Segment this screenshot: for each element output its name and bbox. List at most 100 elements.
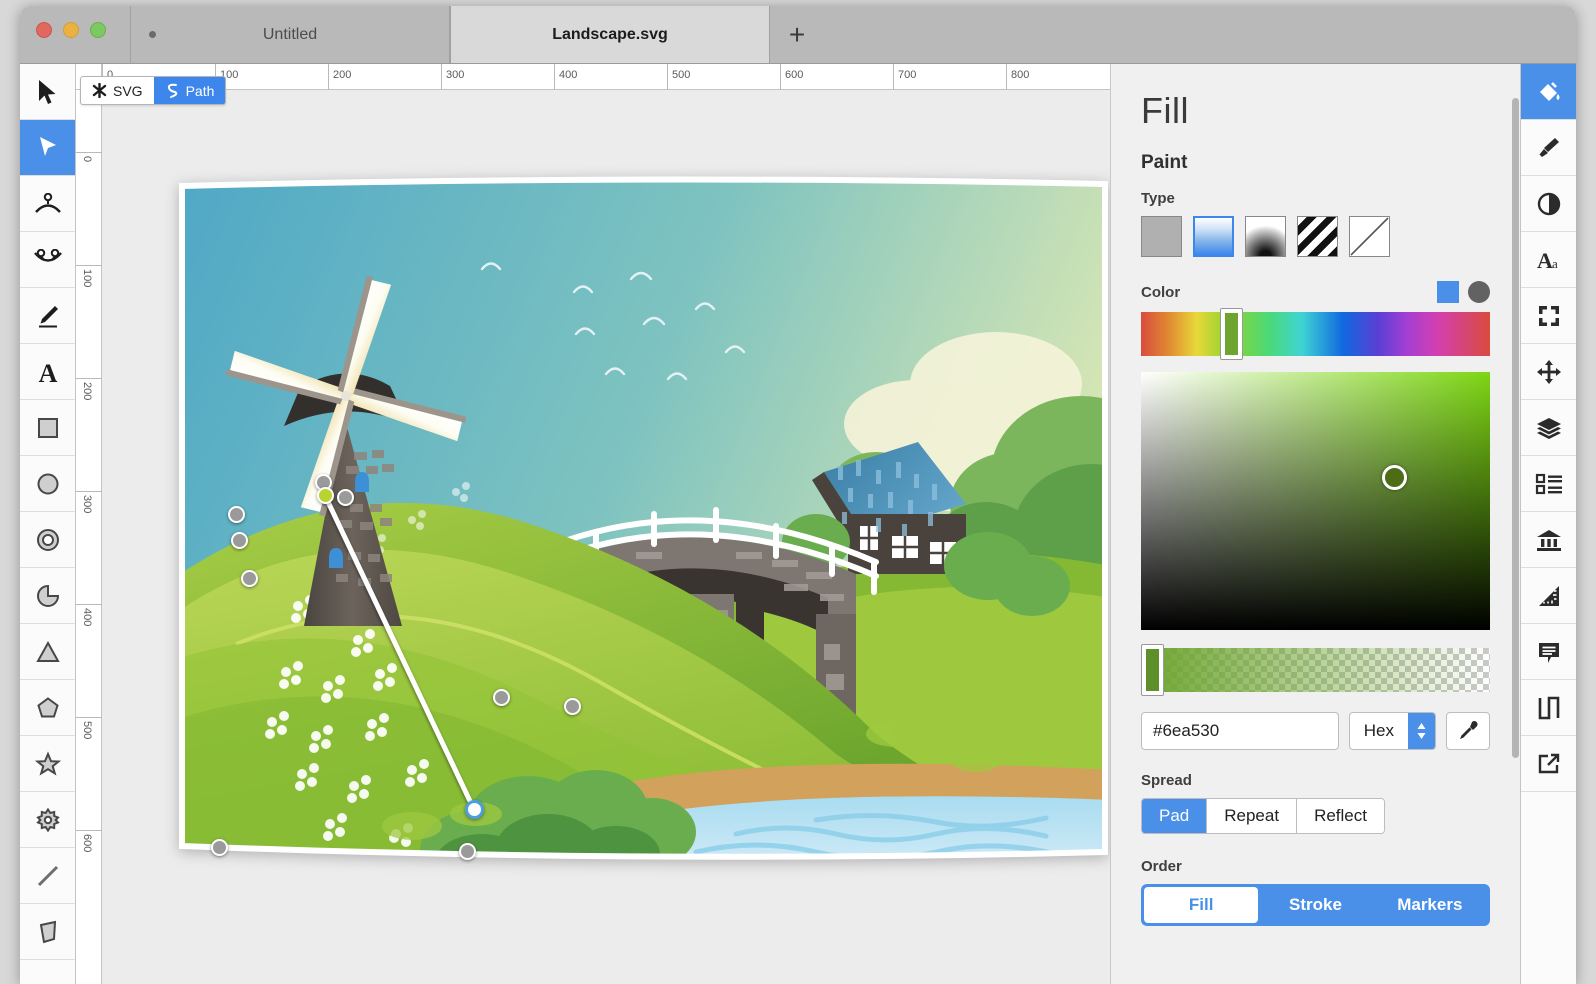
bank-columns-icon [1535, 527, 1563, 553]
document-panel-button[interactable] [1521, 512, 1576, 568]
spread-option-pad[interactable]: Pad [1142, 799, 1207, 833]
color-header: Color [1141, 281, 1490, 303]
speech-bubble-icon [1536, 639, 1562, 665]
artwork-canvas[interactable] [176, 174, 1110, 864]
gear-tool[interactable] [20, 792, 75, 848]
canvas-area[interactable]: 0100200300400500600700800 01002003004005… [76, 64, 1110, 984]
alpha-slider-thumb[interactable] [1141, 644, 1164, 696]
panel-scrollbar[interactable] [1512, 98, 1519, 758]
line-tool[interactable] [20, 848, 75, 904]
order-option-markers[interactable]: Markers [1373, 887, 1487, 923]
tab-untitled[interactable]: Untitled [130, 6, 450, 63]
path-node[interactable] [493, 689, 510, 706]
minimize-window-button[interactable] [63, 22, 79, 38]
comments-panel-button[interactable] [1521, 624, 1576, 680]
color-mode-select[interactable]: Hex [1349, 712, 1436, 750]
objects-panel-button[interactable] [1521, 456, 1576, 512]
maximize-window-button[interactable] [90, 22, 106, 38]
hue-slider[interactable] [1141, 312, 1490, 356]
ruler-tick-h: 700 [893, 64, 916, 90]
pentagon-tool[interactable] [20, 680, 75, 736]
paint-bucket-icon [1536, 79, 1562, 105]
measure-panel-button[interactable] [1521, 568, 1576, 624]
order-option-stroke[interactable]: Stroke [1258, 887, 1372, 923]
layers-panel-button[interactable] [1521, 400, 1576, 456]
star-tool[interactable] [20, 736, 75, 792]
zigzag-path-icon [1536, 695, 1562, 721]
export-arrow-icon [1536, 751, 1562, 777]
paint-type-none[interactable] [1349, 216, 1390, 257]
text-panel-button[interactable]: Aa [1521, 232, 1576, 288]
polygon-tool[interactable] [20, 904, 75, 960]
hue-slider-thumb[interactable] [1220, 308, 1243, 360]
paint-type-radial-gradient[interactable] [1245, 216, 1286, 257]
panel-title: Fill [1141, 90, 1490, 132]
ruler-tick-h: 200 [328, 64, 351, 90]
order-option-fill[interactable]: Fill [1144, 887, 1258, 923]
move-panel-button[interactable] [1521, 344, 1576, 400]
effects-panel-button[interactable] [1521, 176, 1576, 232]
rectangle-tool[interactable] [20, 400, 75, 456]
ruler-tick-v: 200 [76, 378, 102, 394]
donut-tool[interactable] [20, 512, 75, 568]
curve-icon [165, 82, 180, 99]
node-select-tool[interactable] [20, 120, 75, 176]
saturation-value-picker[interactable] [1141, 372, 1490, 630]
triangle-tool[interactable] [20, 624, 75, 680]
sv-picker-thumb[interactable] [1382, 465, 1407, 490]
gradient-end-handle[interactable] [465, 800, 484, 819]
horizontal-ruler[interactable]: 0100200300400500600700800 [76, 64, 1110, 90]
font-aa-icon: Aa [1535, 247, 1563, 273]
node-single-tool[interactable] [20, 176, 75, 232]
path-node[interactable] [228, 506, 245, 523]
color-mode-value: Hex [1350, 713, 1408, 749]
path-node[interactable] [564, 698, 581, 715]
close-window-button[interactable] [36, 22, 52, 38]
spread-option-repeat[interactable]: Repeat [1207, 799, 1297, 833]
breadcrumb-item-svg[interactable]: SVG [81, 77, 154, 104]
eyedropper-button[interactable] [1446, 712, 1490, 750]
pencil-tool[interactable] [20, 288, 75, 344]
move-arrows-icon [1536, 359, 1562, 385]
tab-landscape-svg[interactable]: Landscape.svg [450, 6, 770, 63]
text-tool[interactable]: A [20, 344, 75, 400]
path-node[interactable] [231, 532, 248, 549]
path-node[interactable] [241, 570, 258, 587]
alpha-slider[interactable] [1141, 648, 1490, 692]
paint-type-flat[interactable] [1141, 216, 1182, 257]
color-mode-stepper-icon[interactable] [1408, 713, 1435, 749]
path-ops-panel-button[interactable] [1521, 680, 1576, 736]
order-segmented-control: Fill Stroke Markers [1141, 884, 1490, 926]
fill-panel-button[interactable] [1521, 64, 1576, 120]
paint-type-linear-gradient[interactable] [1193, 216, 1234, 257]
transform-panel-button[interactable] [1521, 288, 1576, 344]
ruler-tick-v: 500 [76, 717, 102, 733]
pie-tool[interactable] [20, 568, 75, 624]
stroke-panel-button[interactable] [1521, 120, 1576, 176]
spread-option-reflect[interactable]: Reflect [1297, 799, 1384, 833]
fill-panel: Fill Paint Type Color [1110, 64, 1520, 984]
ruler-tick-h: 800 [1006, 64, 1029, 90]
export-panel-button[interactable] [1521, 736, 1576, 792]
ellipse-tool[interactable] [20, 456, 75, 512]
gradient-stop-swatch[interactable] [1437, 281, 1459, 303]
paint-heading: Paint [1141, 152, 1490, 174]
breadcrumb-item-path[interactable]: Path [154, 77, 226, 104]
path-node[interactable] [211, 839, 228, 856]
vertical-ruler[interactable]: 0100200300400500600 [76, 64, 102, 984]
hex-input[interactable]: #6ea530 [1141, 712, 1339, 750]
path-node[interactable] [337, 489, 354, 506]
alpha-gradient [1141, 648, 1490, 692]
paint-type-swatches [1141, 216, 1490, 257]
new-tab-button[interactable]: + [770, 6, 824, 63]
node-pair-tool[interactable] [20, 232, 75, 288]
color-wheel-toggle[interactable] [1468, 281, 1490, 303]
ruler-tick-v: 100 [76, 265, 102, 281]
gradient-start-handle[interactable] [317, 487, 334, 504]
ruler-tick-v: 400 [76, 604, 102, 620]
color-stop-chips [1437, 281, 1490, 303]
paint-type-pattern[interactable] [1297, 216, 1338, 257]
path-node[interactable] [459, 843, 476, 860]
arrow-select-tool[interactable] [20, 64, 75, 120]
spread-segmented-control: Pad Repeat Reflect [1141, 798, 1385, 834]
